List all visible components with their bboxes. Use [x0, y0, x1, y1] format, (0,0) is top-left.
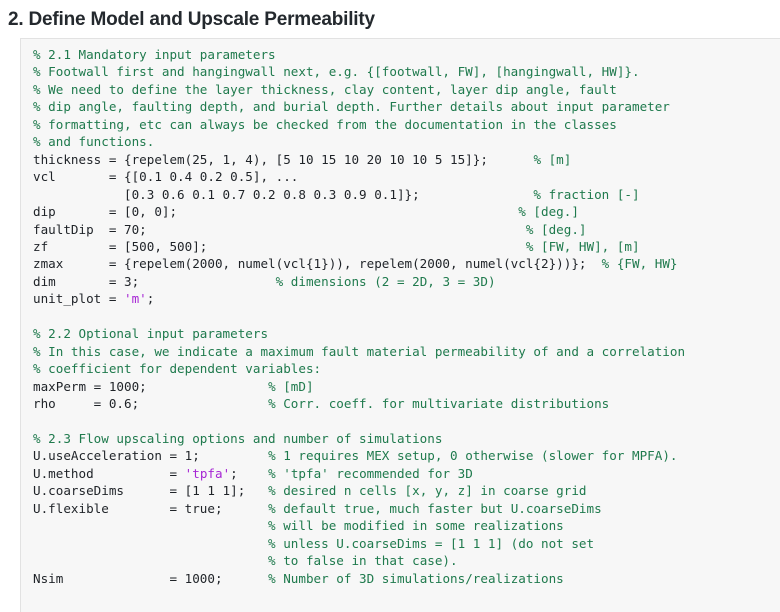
- code-block: % 2.1 Mandatory input parameters % Footw…: [20, 38, 780, 612]
- page-root: 2. Define Model and Upscale Permeability…: [0, 0, 780, 612]
- page-title: 2. Define Model and Upscale Permeability: [8, 9, 375, 30]
- code-block-inner: % 2.1 Mandatory input parameters % Footw…: [21, 39, 780, 587]
- code-listing: % 2.1 Mandatory input parameters % Footw…: [33, 47, 686, 586]
